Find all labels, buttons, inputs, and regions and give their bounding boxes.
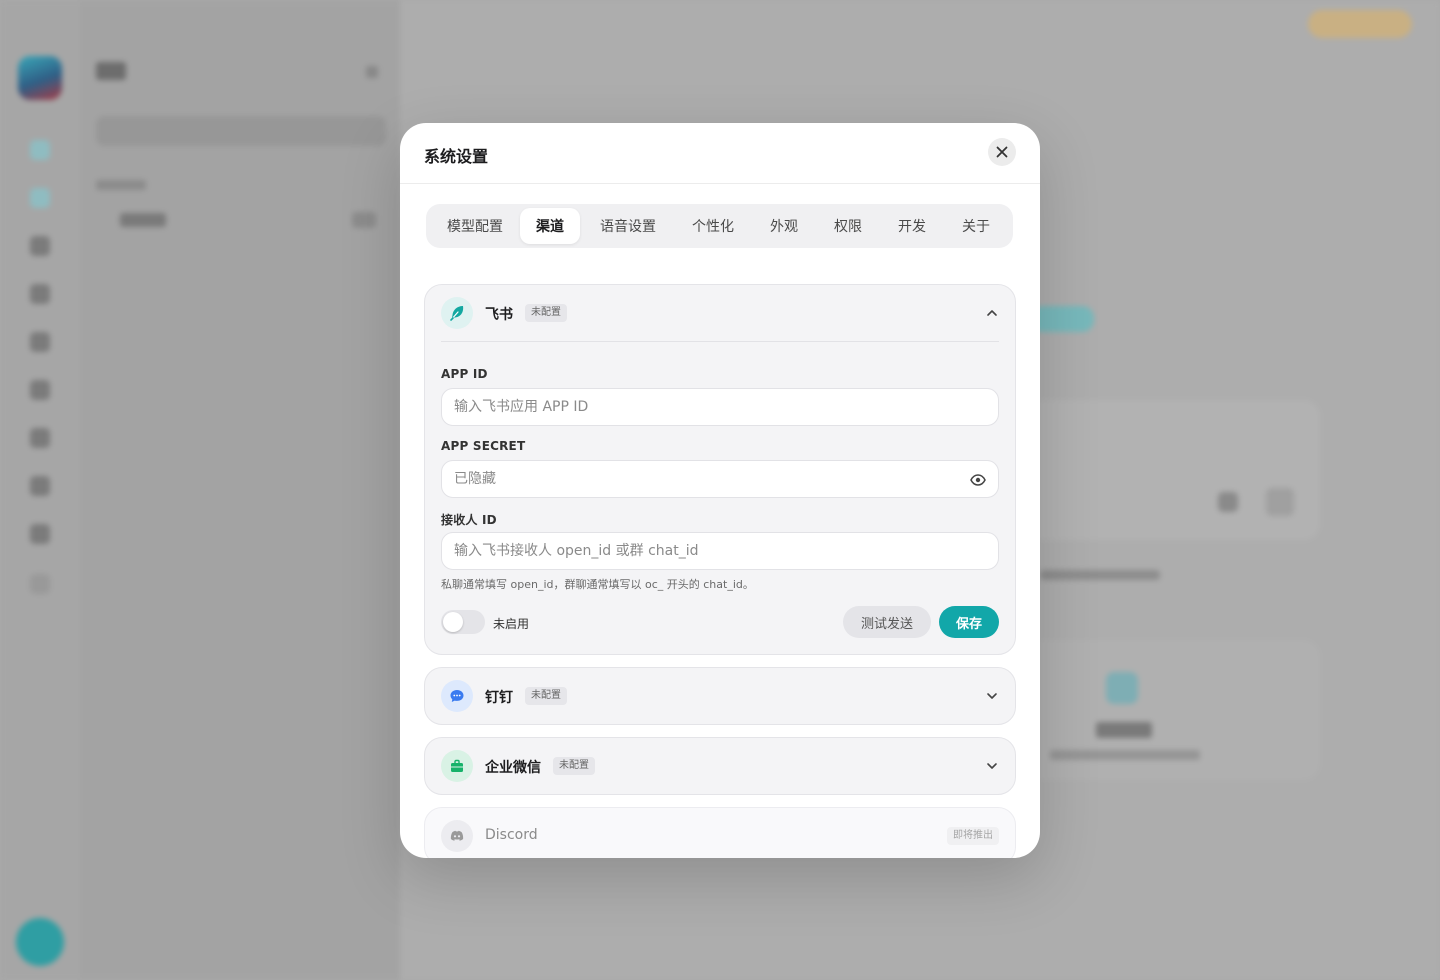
receiver-id-input[interactable] [454,533,986,569]
background-rail-icon [30,380,50,400]
app-secret-input[interactable] [454,461,986,497]
chevron-down-icon[interactable] [985,689,999,703]
channel-header-dingtalk[interactable]: 钉钉 未配置 [425,668,1015,724]
background-rail-icon [30,574,50,594]
app-id-field-wrapper [441,388,999,426]
background-rail-icon [30,284,50,304]
background-sidebar-group [96,180,146,190]
tab-voice-settings[interactable]: 语音设置 [580,208,676,244]
tab-about[interactable]: 关于 [946,208,1006,244]
channel-name: 企业微信 [485,760,541,776]
tab-appearance[interactable]: 外观 [750,208,818,244]
channel-name: 钉钉 [485,690,513,706]
background-rail-icon [30,332,50,352]
background-sidebar-item [120,213,166,227]
background-rail-icon [30,140,50,160]
modal-header: 系统设置 [400,123,1040,184]
channel-card-discord: Discord 即将推出 [424,807,1016,858]
toggle-knob [443,612,463,632]
background-avatar [18,56,62,100]
tab-permissions[interactable]: 权限 [818,208,878,244]
tab-model-config[interactable]: 模型配置 [430,208,520,244]
channel-name: Discord [485,827,538,843]
background-text [1040,570,1160,580]
modal-body: 模型配置 渠道 语音设置 个性化 外观 权限 开发 关于 飞书 未配置 APP … [400,184,1040,858]
background-rail-icon [30,236,50,256]
tab-personalization[interactable]: 个性化 [676,208,750,244]
app-id-label: APP ID [441,367,488,381]
receiver-id-hint: 私聊通常填写 open_id，群聊通常填写以 oc_ 开头的 chat_id。 [441,578,754,591]
channel-name: 飞书 [485,307,513,323]
background-icon [1218,492,1238,512]
channel-header-feishu[interactable]: 飞书 未配置 [425,285,1015,341]
feather-icon-glyph [450,306,464,321]
background-sidebar-title [96,62,126,80]
chevron-down-icon[interactable] [985,759,999,773]
close-button[interactable] [988,138,1016,166]
background-sidebar-search [96,116,386,146]
channel-card-feishu: 飞书 未配置 APP ID APP SECRET 接收人 ID [424,284,1016,655]
background-nav-rail [0,0,80,980]
channel-card-wecom[interactable]: 企业微信 未配置 [424,737,1016,795]
background-sidebar-count [352,212,376,228]
tab-development[interactable]: 开发 [878,208,946,244]
status-badge: 未配置 [553,757,595,775]
close-icon [996,146,1008,158]
chat-bubble-icon-glyph [450,690,464,702]
channel-header-wecom[interactable]: 企业微信 未配置 [425,738,1015,794]
app-secret-label: APP SECRET [441,439,526,453]
receiver-id-field-wrapper [441,532,999,570]
background-sidebar-close [366,66,378,78]
background-sidebar [80,0,400,980]
eye-icon[interactable] [970,472,986,488]
channel-header-discord: Discord 即将推出 [425,808,1015,858]
background-rail-icon [30,428,50,448]
briefcase-icon-glyph [451,759,463,772]
discord-icon [441,820,473,852]
background-rail-icon [30,524,50,544]
app-secret-field-wrapper [441,460,999,498]
card-divider [441,341,999,342]
settings-tabs: 模型配置 渠道 语音设置 个性化 外观 权限 开发 关于 [426,204,1013,248]
feather-icon [441,297,473,329]
status-badge: 未配置 [525,304,567,322]
enable-toggle[interactable] [441,610,485,634]
background-rail-icon [30,476,50,496]
coming-soon-badge: 即将推出 [947,827,999,845]
receiver-id-label: 接收人 ID [441,513,497,527]
settings-modal: 系统设置 模型配置 渠道 语音设置 个性化 外观 权限 开发 关于 飞书 未配置… [400,123,1040,858]
chat-bubble-icon [441,680,473,712]
background-badge [1308,10,1412,38]
briefcase-icon [441,750,473,782]
background-icon [1266,488,1294,516]
background-fab [16,918,64,966]
modal-title: 系统设置 [424,147,489,166]
background-icon [1106,672,1138,704]
tab-channels[interactable]: 渠道 [520,208,580,244]
test-send-button[interactable]: 测试发送 [843,606,931,638]
background-text [1096,722,1152,738]
save-button[interactable]: 保存 [939,606,999,638]
chevron-up-icon[interactable] [985,306,999,320]
channel-card-dingtalk[interactable]: 钉钉 未配置 [424,667,1016,725]
app-id-input[interactable] [454,389,986,425]
discord-icon-glyph [450,830,464,841]
toggle-label: 未启用 [493,617,530,631]
background-text [1050,750,1200,760]
background-rail-icon [30,188,50,208]
status-badge: 未配置 [525,687,567,705]
